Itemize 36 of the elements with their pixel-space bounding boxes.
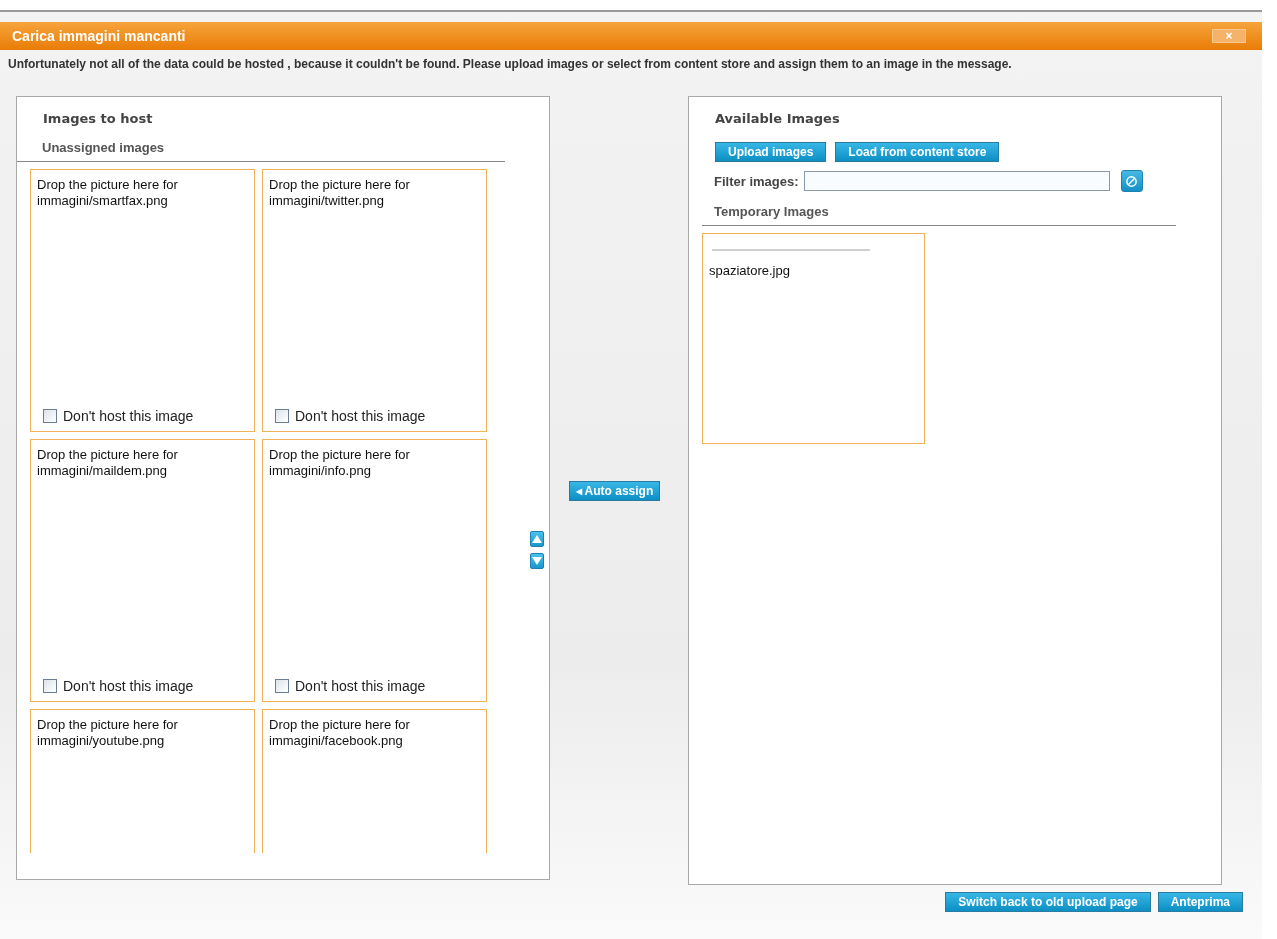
drop-zone[interactable]: Drop the picture here for immagini/info.png Don't host this image [262, 439, 487, 702]
drop-zone[interactable]: Drop the picture here for immagini/smartfax.png Don't host this image [30, 169, 255, 432]
checkbox-label: Don't host this image [63, 408, 194, 424]
drop-zone-text: Drop the picture here for immagini/youtube.png [37, 717, 179, 749]
checkbox-label: Don't host this image [295, 408, 426, 424]
drop-zone[interactable]: Drop the picture here for immagini/facebook.png [262, 709, 487, 853]
section-heading: Temporary Images [702, 192, 1176, 226]
image-filename: spaziatore.jpg [709, 263, 791, 278]
dialog-title: Carica immagini mancanti [12, 28, 186, 44]
panel-title: Images to host [42, 111, 153, 126]
checkbox[interactable] [275, 409, 289, 423]
drop-zone-text: Drop the picture here for immagini/smartfax.png [37, 177, 179, 209]
drop-zone[interactable]: Drop the picture here for immagini/maildem.png Don't host this image [30, 439, 255, 702]
checkbox-label: Don't host this image [295, 678, 426, 694]
drop-zone-text: Drop the picture here for immagini/twitter.png [269, 177, 411, 209]
checkbox[interactable] [43, 409, 57, 423]
clear-filter-button[interactable] [1120, 170, 1143, 192]
down-arrow-icon [532, 556, 542, 566]
checkbox[interactable] [43, 679, 57, 693]
drop-zone[interactable]: Drop the picture here for immagini/twitter.png Don't host this image [262, 169, 487, 432]
clear-icon [1125, 174, 1139, 188]
up-arrow-icon [532, 534, 542, 544]
move-down-button[interactable] [530, 553, 544, 569]
checkbox[interactable] [275, 679, 289, 693]
drop-zone-text: Drop the picture here for immagini/maildem.png [37, 447, 179, 479]
checkbox-label: Don't host this image [63, 678, 194, 694]
message-text: Unfortunately not all of the data could be hosted , because it couldn't be found. Please upload images or select from content store and assign them to an image in the message. [8, 56, 1013, 73]
drop-zone-text: Drop the picture here for immagini/info.png [269, 447, 411, 479]
drop-zone-text: Drop the picture here for immagini/facebook.png [269, 717, 411, 749]
filter-label: Filter images: [714, 173, 799, 189]
drop-zone[interactable]: Drop the picture here for immagini/youtube.png [30, 709, 255, 853]
filter-field[interactable] [803, 171, 1110, 191]
panel-title: Available Images [714, 111, 841, 126]
image-tile[interactable]: spaziatore.jpg [702, 233, 925, 444]
section-heading: Unassigned images [17, 126, 505, 162]
move-up-button[interactable] [530, 531, 544, 547]
